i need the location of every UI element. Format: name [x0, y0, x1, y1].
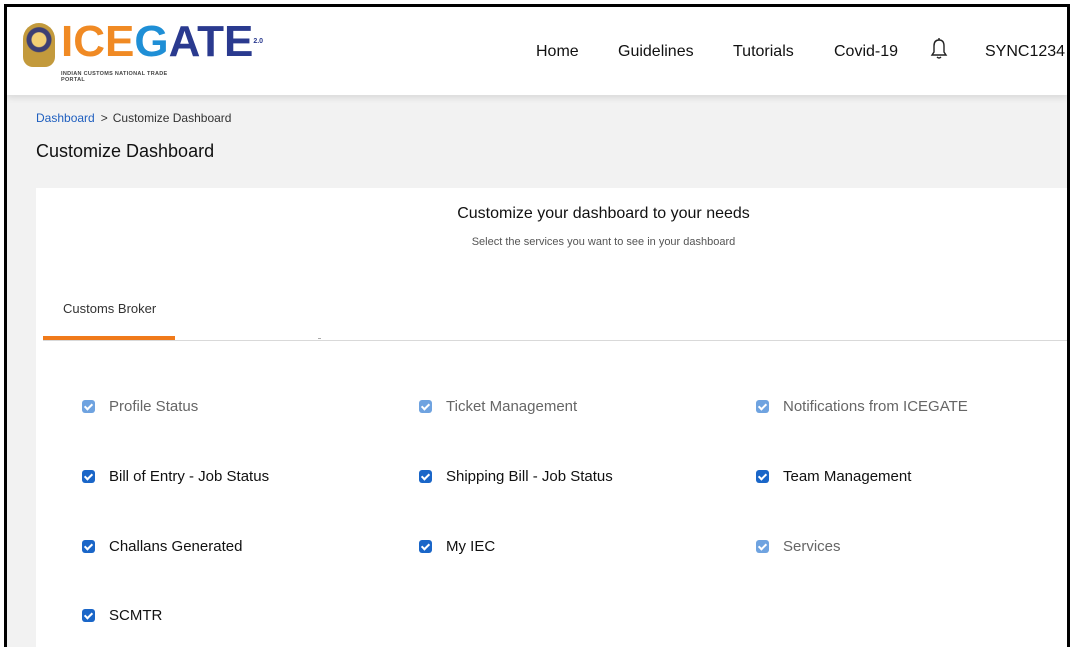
customize-panel: Customize your dashboard to your needs S… — [36, 188, 1067, 647]
panel-subheading: Select the services you want to see in y… — [471, 236, 736, 248]
nav-covid-19[interactable]: Covid-19 — [834, 43, 898, 61]
option-label: Services — [783, 538, 841, 555]
option-label: My IEC — [446, 538, 496, 555]
panel-heading: Customize your dashboard to your needs — [457, 205, 750, 222]
bell-icon[interactable] — [929, 37, 949, 61]
breadcrumb-separator: > — [100, 111, 108, 125]
option-challans-generated[interactable]: Challans Generated — [82, 538, 242, 555]
checkbox-checked-icon[interactable] — [82, 540, 95, 553]
option-ticket-management[interactable]: Ticket Management — [419, 398, 577, 415]
nav-home[interactable]: Home — [536, 43, 579, 61]
option-label: Shipping Bill - Job Status — [446, 468, 613, 485]
tab-divider-mark — [318, 338, 321, 339]
option-team-management[interactable]: Team Management — [756, 468, 911, 485]
option-notifications-from-icegate[interactable]: Notifications from ICEGATE — [756, 398, 968, 415]
logo-wordmark: ICEGATE2.0 — [61, 17, 264, 66]
top-header: ICEGATE2.0 INDIAN CUSTOMS NATIONAL TRADE… — [7, 7, 1067, 95]
tab-customs-broker[interactable]: Customs Broker — [63, 301, 156, 316]
emblem-icon — [23, 23, 55, 67]
active-tab-indicator — [43, 336, 175, 340]
option-scmtr[interactable]: SCMTR — [82, 607, 162, 624]
option-label: Profile Status — [109, 398, 199, 415]
option-bill-of-entry-job-status[interactable]: Bill of Entry - Job Status — [82, 468, 269, 485]
checkbox-checked-icon[interactable] — [82, 470, 95, 483]
checkbox-checked-icon[interactable] — [419, 470, 432, 483]
option-label: Team Management — [783, 468, 912, 485]
user-name: SYNC1234 — [985, 43, 1066, 60]
checkbox-checked-icon[interactable] — [756, 400, 769, 413]
option-profile-status[interactable]: Profile Status — [82, 398, 198, 415]
logo-tagline: INDIAN CUSTOMS NATIONAL TRADE PORTAL — [61, 71, 168, 83]
role-tabs: Customs Broker — [43, 298, 1067, 341]
checkbox-checked-icon[interactable] — [756, 470, 769, 483]
checkbox-checked-icon[interactable] — [82, 609, 95, 622]
option-my-iec[interactable]: My IEC — [419, 538, 495, 555]
breadcrumb-current: Customize Dashboard — [112, 111, 232, 125]
option-shipping-bill-job-status[interactable]: Shipping Bill - Job Status — [419, 468, 613, 485]
checkbox-checked-icon[interactable] — [419, 540, 432, 553]
page-title: Customize Dashboard — [36, 141, 215, 161]
option-services[interactable]: Services — [756, 538, 841, 555]
checkbox-checked-icon[interactable] — [419, 400, 432, 413]
option-label: Challans Generated — [109, 538, 243, 555]
breadcrumb: Dashboard > Customize Dashboard — [36, 111, 231, 125]
option-label: Bill of Entry - Job Status — [109, 468, 270, 485]
option-label: SCMTR — [109, 607, 163, 624]
nav-guidelines[interactable]: Guidelines — [618, 43, 694, 61]
checkbox-checked-icon[interactable] — [82, 400, 95, 413]
option-label: Notifications from ICEGATE — [783, 398, 968, 415]
user-menu[interactable]: SYNC1234▼ — [985, 43, 1067, 61]
breadcrumb-dashboard-link[interactable]: Dashboard — [36, 111, 95, 125]
app-frame: ICEGATE2.0 INDIAN CUSTOMS NATIONAL TRADE… — [4, 4, 1070, 647]
checkbox-checked-icon[interactable] — [756, 540, 769, 553]
icegate-logo[interactable]: ICEGATE2.0 INDIAN CUSTOMS NATIONAL TRADE… — [23, 13, 263, 89]
option-label: Ticket Management — [446, 398, 578, 415]
nav-tutorials[interactable]: Tutorials — [733, 43, 794, 61]
